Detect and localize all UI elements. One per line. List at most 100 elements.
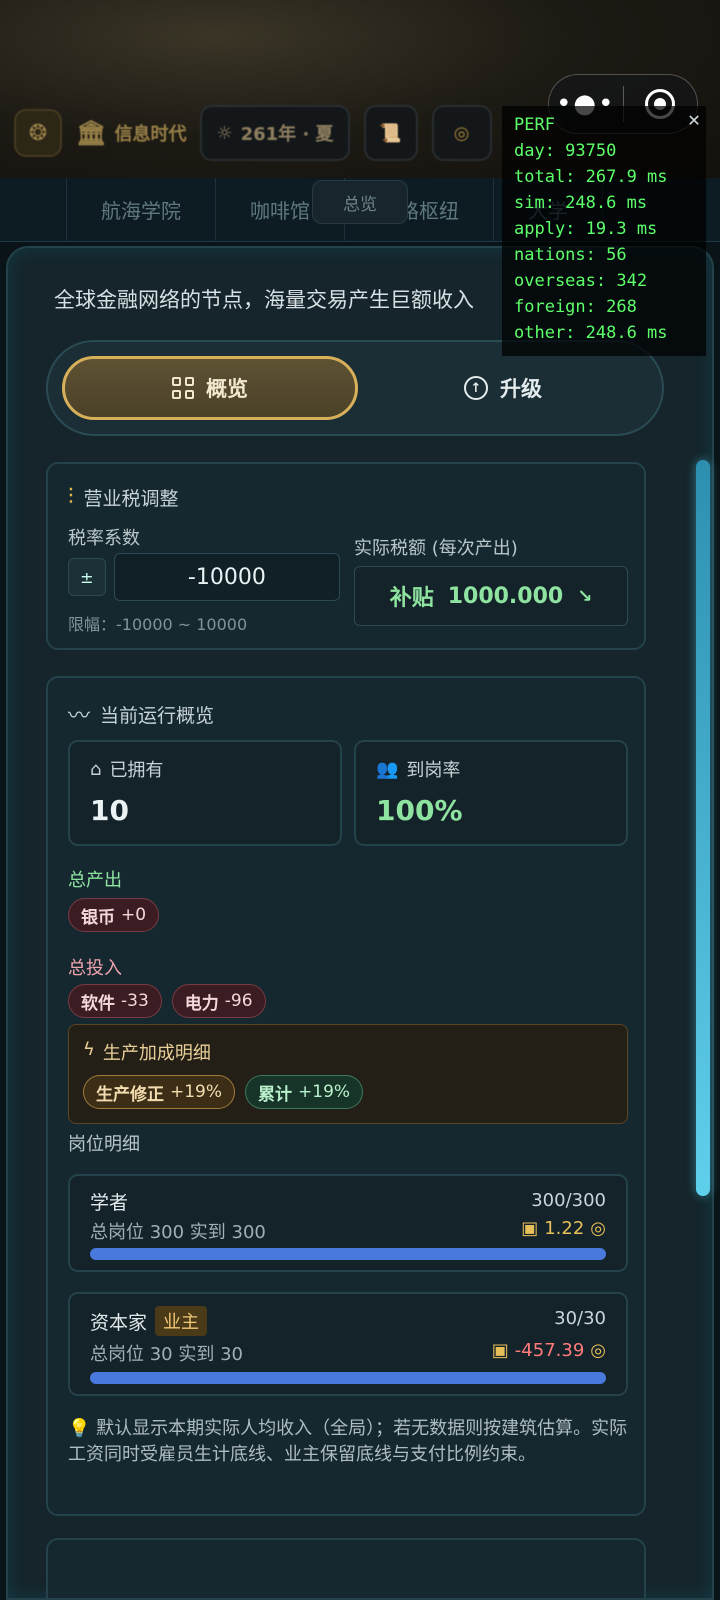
job-income: ▣ 1.22 ◎ xyxy=(521,1218,606,1239)
coins-icon: ◎ xyxy=(590,1218,606,1239)
owned-value: 10 xyxy=(90,794,129,827)
perf-line: other: 248.6 ms xyxy=(514,323,668,343)
input-chip: 电力 -96 xyxy=(171,984,266,1018)
tab-upgrade-label: 升级 xyxy=(500,377,542,401)
era-label[interactable]: 🏛 信息时代 xyxy=(76,119,186,147)
bonus-name: 累计 xyxy=(258,1084,293,1105)
output-chips: 银币 +0 xyxy=(68,898,160,932)
job-detail: 总岗位 30 实到 30 xyxy=(90,1344,243,1365)
ops-title-text: 当前运行概览 xyxy=(100,704,215,727)
users-icon: 👥 xyxy=(376,758,399,780)
bonus-chip: 生产修正 +19% xyxy=(83,1075,236,1109)
input-value: -33 xyxy=(121,991,149,1011)
scroll-button[interactable]: 📜 xyxy=(363,105,418,161)
job-row: 资本家 业主 30/30 总岗位 30 实到 30 ▣ -457.39 ◎ xyxy=(68,1292,628,1396)
output-name: 银币 xyxy=(81,907,115,928)
actual-tax-kind: 补贴 xyxy=(389,586,434,611)
actual-tax-section: 实际税额 (每次产出) 补贴 1000.000 ↘ xyxy=(354,534,628,626)
bonus-title: ϟ 生产加成明细 xyxy=(83,1039,211,1065)
attendance-label: 到岗率 xyxy=(406,760,461,781)
tax-rate-section: 税率系数 ± -10000 限幅：-10000 ~ 10000 xyxy=(68,524,340,635)
overview-chip[interactable]: 总览 xyxy=(312,180,408,224)
wallet-icon: ▣ xyxy=(491,1340,509,1361)
job-fraction: 300/300 xyxy=(531,1190,606,1211)
jobs-label: 岗位明细 xyxy=(68,1134,140,1155)
tax-adjust-card: ⫶ 营业税调整 税率系数 ± -10000 限幅：-10000 ~ 10000 … xyxy=(46,462,646,650)
tax-rate-input[interactable]: -10000 xyxy=(113,553,340,601)
perf-line: apply: 19.3 ms xyxy=(514,219,658,239)
perf-line: overseas: 342 xyxy=(514,271,648,291)
perf-line: day: 93750 xyxy=(514,141,617,161)
operation-overview-card: 〰 当前运行概览 ⌂ 已拥有 10 👥 到岗率 100% 总产出 银币 +0 总投入… xyxy=(46,676,646,1516)
perf-line: total: 267.9 ms xyxy=(514,167,668,187)
job-progress-fill xyxy=(90,1372,606,1384)
tab-upgrade[interactable]: ↑ 升级 xyxy=(358,356,648,420)
perf-overlay: PERF day: 93750 total: 267.9 ms sim: 248… xyxy=(502,106,706,356)
bonus-chips: 生产修正 +19% 累计 +19% xyxy=(83,1075,364,1109)
coin-pill[interactable]: ◎ xyxy=(431,105,492,161)
tax-title-text: 营业税调整 xyxy=(83,488,179,510)
building-description: 全球金融网络的节点，海量交易产生巨额收入 xyxy=(54,288,474,312)
job-income: ▣ -457.39 ◎ xyxy=(492,1340,606,1361)
actual-tax-value-box: 补贴 1000.000 ↘ xyxy=(354,566,628,626)
perf-title: PERF xyxy=(514,115,555,135)
job-name-wrap: 资本家 业主 xyxy=(90,1306,208,1336)
tax-rate-row: ± -10000 xyxy=(68,553,340,601)
ops-card-title: 〰 当前运行概览 xyxy=(68,698,624,730)
sliders-icon: ⫶ xyxy=(68,485,74,510)
actual-tax-value: 1000.000 xyxy=(447,583,564,609)
perf-line: sim: 248.6 ms xyxy=(514,193,648,213)
coins-icon: ◎ xyxy=(590,1340,606,1361)
home-icon: ⌂ xyxy=(90,758,102,780)
owned-label: 已拥有 xyxy=(109,760,164,781)
attendance-value: 100% xyxy=(376,794,463,827)
wallet-icon: ▣ xyxy=(521,1218,539,1239)
perf-line: nations: 56 xyxy=(514,245,627,265)
scroll-icon: 📜 xyxy=(379,122,402,144)
job-income-value: -457.39 xyxy=(514,1340,585,1361)
wage-note: 💡 默认显示本期实际人均收入（全局）；若无数据则按建筑估算。实际工资同时受雇员生… xyxy=(68,1418,628,1465)
owned-stat: ⌂ 已拥有 10 xyxy=(68,740,342,846)
close-icon[interactable]: ✕ xyxy=(688,106,700,132)
job-progress-bar xyxy=(90,1372,606,1384)
tax-rate-label: 税率系数 xyxy=(68,528,140,549)
bonus-value: +19% xyxy=(298,1082,351,1102)
job-detail: 总岗位 300 实到 300 xyxy=(90,1222,266,1243)
output-chip: 银币 +0 xyxy=(68,898,160,932)
input-label: 总投入 xyxy=(68,958,122,979)
bonus-value: +19% xyxy=(170,1082,223,1102)
building-detail-panel: 全球金融网络的节点，海量交易产生巨额收入 概览 ↑ 升级 ⫶ 营业税调整 税率系… xyxy=(6,246,714,1600)
job-fraction: 30/30 xyxy=(554,1308,606,1329)
input-value: -96 xyxy=(224,991,253,1011)
job-name: 学者 xyxy=(90,1192,129,1214)
job-income-value: 1.22 xyxy=(544,1218,585,1239)
tax-limit-text: 限幅：-10000 ~ 10000 xyxy=(68,615,248,634)
era-text: 信息时代 xyxy=(114,124,187,145)
output-label: 总产出 xyxy=(68,870,122,891)
owner-badge: 业主 xyxy=(155,1306,208,1336)
tab-overview-label: 概览 xyxy=(206,377,248,401)
bank-icon: 🏛 xyxy=(76,119,107,147)
next-card xyxy=(46,1538,646,1598)
tab-overview[interactable]: 概览 xyxy=(62,356,358,420)
tab-building-0[interactable]: 航海学院 xyxy=(66,177,216,242)
output-value: +0 xyxy=(121,905,147,925)
emblem-icon[interactable]: ❂ xyxy=(14,109,62,157)
bonus-name: 生产修正 xyxy=(96,1084,164,1105)
job-name: 资本家 xyxy=(90,1311,148,1334)
attendance-stat: 👥 到岗率 100% xyxy=(354,740,628,846)
date-text: 261年 · 夏 xyxy=(240,124,334,145)
trending-down-icon: ↘ xyxy=(577,585,593,607)
input-name: 软件 xyxy=(81,993,115,1014)
coins-icon: ◎ xyxy=(453,122,470,144)
bonus-chip: 累计 +19% xyxy=(245,1075,364,1109)
production-bonus-box: ϟ 生产加成明细 生产修正 +19% 累计 +19% xyxy=(68,1024,628,1124)
input-chip: 软件 -33 xyxy=(68,984,162,1018)
date-pill[interactable]: ☼ 261年 · 夏 xyxy=(200,105,350,161)
activity-icon: 〰 xyxy=(68,704,91,729)
sun-icon: ☼ xyxy=(216,122,233,144)
sign-toggle-button[interactable]: ± xyxy=(68,558,106,596)
scrollbar-thumb[interactable] xyxy=(696,460,710,1196)
job-row: 学者 300/300 总岗位 300 实到 300 ▣ 1.22 ◎ xyxy=(68,1174,628,1272)
perf-line: foreign: 268 xyxy=(514,297,637,317)
